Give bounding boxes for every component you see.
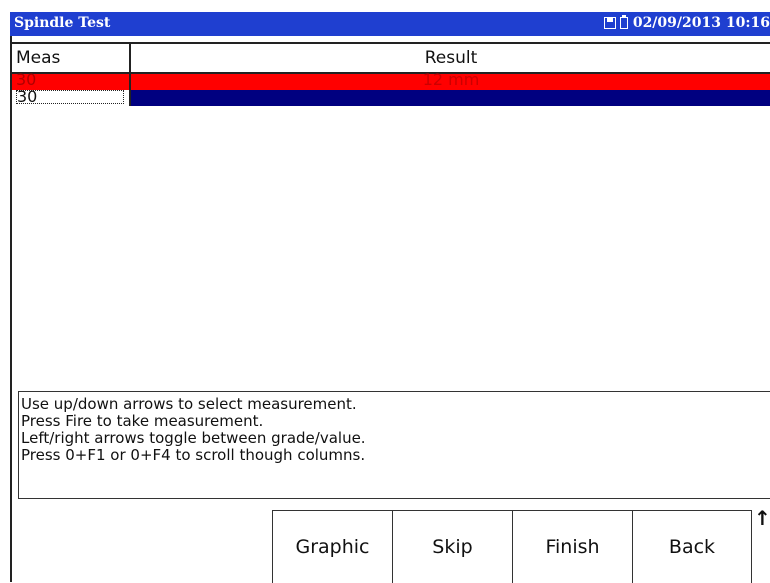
datetime: 02/09/2013 10:16 — [632, 15, 770, 31]
column-header-meas: Meas — [16, 48, 61, 68]
skip-button[interactable]: Skip — [393, 511, 513, 583]
scroll-up-arrow-icon: ↑ — [754, 506, 770, 530]
finish-button[interactable]: Finish — [513, 511, 633, 583]
table-row[interactable]: 30 12 mm — [12, 70, 770, 90]
measurement-table: Meas Result 30 12 mm 30 — [12, 42, 770, 106]
help-line: Left/right arrows toggle between grade/v… — [21, 429, 366, 447]
column-header-result: Result — [424, 48, 478, 68]
softkey-bar: Graphic Skip Finish Back — [272, 510, 752, 583]
back-button[interactable]: Back — [633, 511, 752, 583]
window-title: Spindle Test — [14, 15, 111, 31]
title-bar: Spindle Test 02/09/2013 10:16 — [10, 12, 770, 36]
result-cell-selected — [129, 90, 770, 106]
column-divider — [129, 44, 131, 72]
help-line: Use up/down arrows to select measurement… — [21, 395, 357, 413]
help-line: Press 0+F1 or 0+F4 to scroll though colu… — [21, 446, 366, 464]
help-line: Press Fire to take measurement. — [21, 412, 264, 430]
column-divider — [129, 74, 131, 90]
battery-icon — [619, 15, 628, 29]
status-area: 02/09/2013 10:16 — [603, 15, 770, 31]
graphic-button[interactable]: Graphic — [273, 511, 393, 583]
help-text-box: Use up/down arrows to select measurement… — [18, 391, 770, 499]
result-cell: 12 mm — [422, 70, 480, 89]
sd-card-icon — [603, 17, 616, 29]
meas-cell: 30 — [16, 89, 124, 105]
content-frame — [10, 36, 770, 582]
table-row-selected[interactable]: 30 — [12, 89, 770, 106]
